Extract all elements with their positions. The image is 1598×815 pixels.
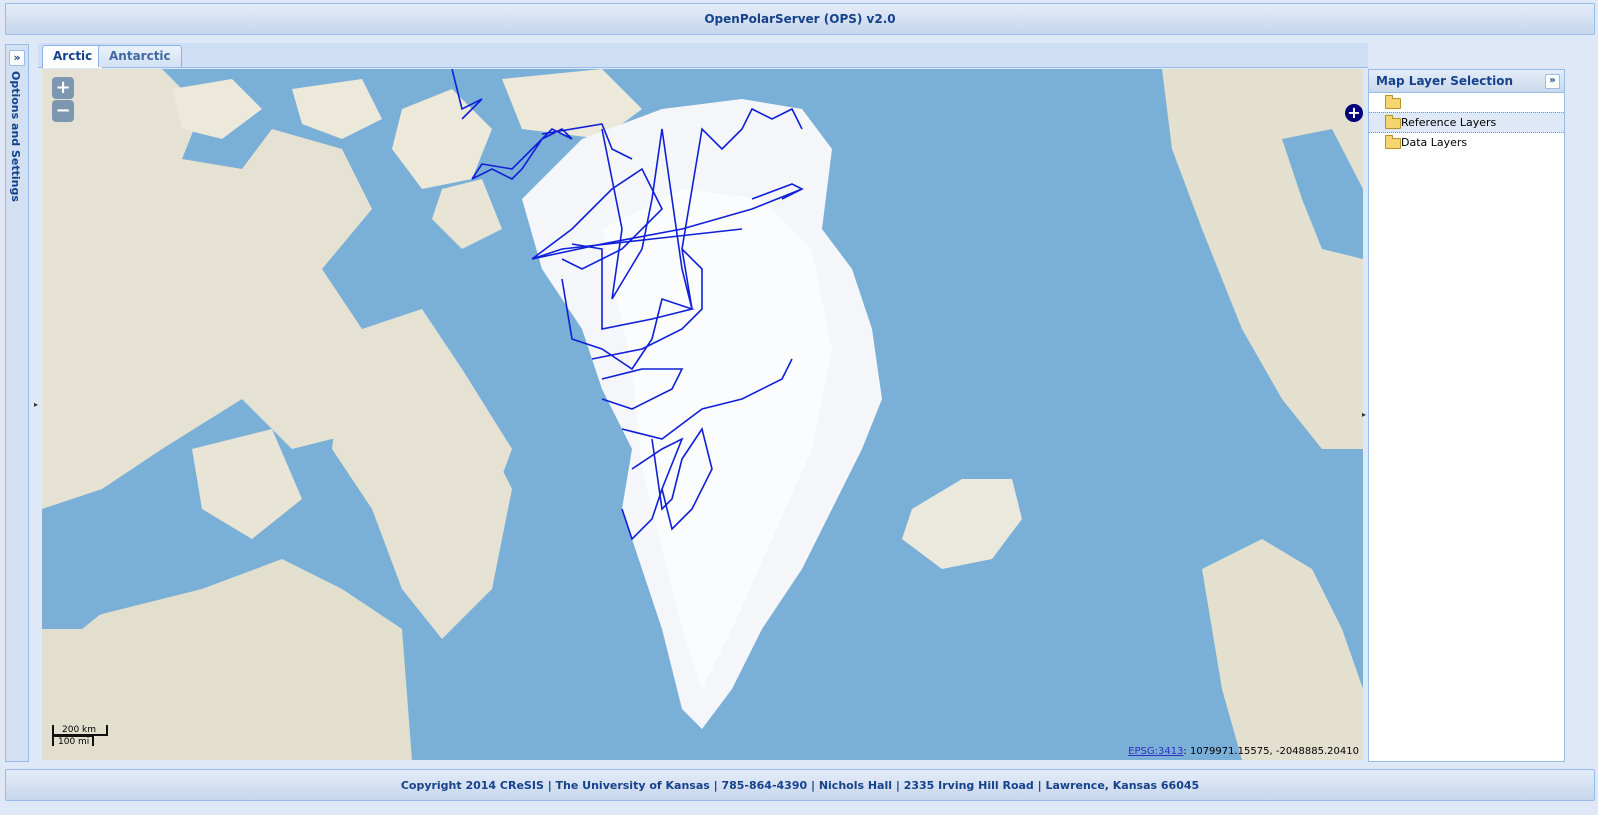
layer-switcher-expand-button[interactable]: + xyxy=(1345,104,1363,122)
flight-lines xyxy=(451,69,804,541)
folder-icon xyxy=(1385,95,1401,109)
folder-icon xyxy=(1385,135,1401,149)
layer-node-data[interactable]: Data Layers xyxy=(1369,133,1564,152)
projection-link[interactable]: EPSG:3413 xyxy=(1128,746,1183,757)
layer-node-reference[interactable]: Reference Layers xyxy=(1369,112,1564,133)
layer-node-root[interactable] xyxy=(1369,93,1564,112)
zoom-out-button[interactable]: − xyxy=(52,100,74,122)
layer-panel-header: Map Layer Selection » xyxy=(1369,70,1564,93)
folder-icon xyxy=(1385,115,1401,129)
expand-panel-icon[interactable]: » xyxy=(9,50,25,66)
zoom-in-button[interactable]: + xyxy=(52,77,74,99)
scale-line: 200 km 100 mi xyxy=(52,725,108,747)
east-splitter-arrow-icon[interactable]: ▸ xyxy=(1362,410,1366,419)
footer: Copyright 2014 CReSIS | The University o… xyxy=(5,769,1595,801)
west-splitter-arrow-icon[interactable]: ▸ xyxy=(34,400,38,409)
layer-node-label: Reference Layers xyxy=(1401,116,1497,129)
scale-mi: 100 mi xyxy=(52,735,94,747)
coordinate-readout: : 1079971.15575, -2048885.20410 xyxy=(1183,746,1359,757)
zoom-controls: + − xyxy=(52,77,76,123)
collapse-panel-icon[interactable]: » xyxy=(1545,74,1560,89)
options-settings-title[interactable]: Options and Settings xyxy=(9,71,22,202)
mouse-position: EPSG:3413: 1079971.15575, -2048885.20410 xyxy=(1128,746,1359,757)
tab-arctic[interactable]: Arctic xyxy=(42,45,104,68)
app-header: OpenPolarServer (OPS) v2.0 xyxy=(5,3,1595,35)
map-layer-selection-panel: Map Layer Selection » Reference Layers D… xyxy=(1368,69,1565,762)
tab-antarctic[interactable]: Antarctic xyxy=(98,45,182,67)
layer-node-label: Data Layers xyxy=(1401,136,1468,149)
map-viewport[interactable]: + − 200 km 100 mi EPSG:3413: 1079971.155… xyxy=(42,69,1363,760)
layer-panel-title: Map Layer Selection xyxy=(1376,74,1514,88)
region-tabs: Arctic Antarctic xyxy=(38,43,1368,68)
app-title: OpenPolarServer (OPS) v2.0 xyxy=(704,12,896,26)
footer-text: Copyright 2014 CReSIS | The University o… xyxy=(400,778,1200,792)
options-settings-panel[interactable]: » Options and Settings xyxy=(5,44,29,762)
